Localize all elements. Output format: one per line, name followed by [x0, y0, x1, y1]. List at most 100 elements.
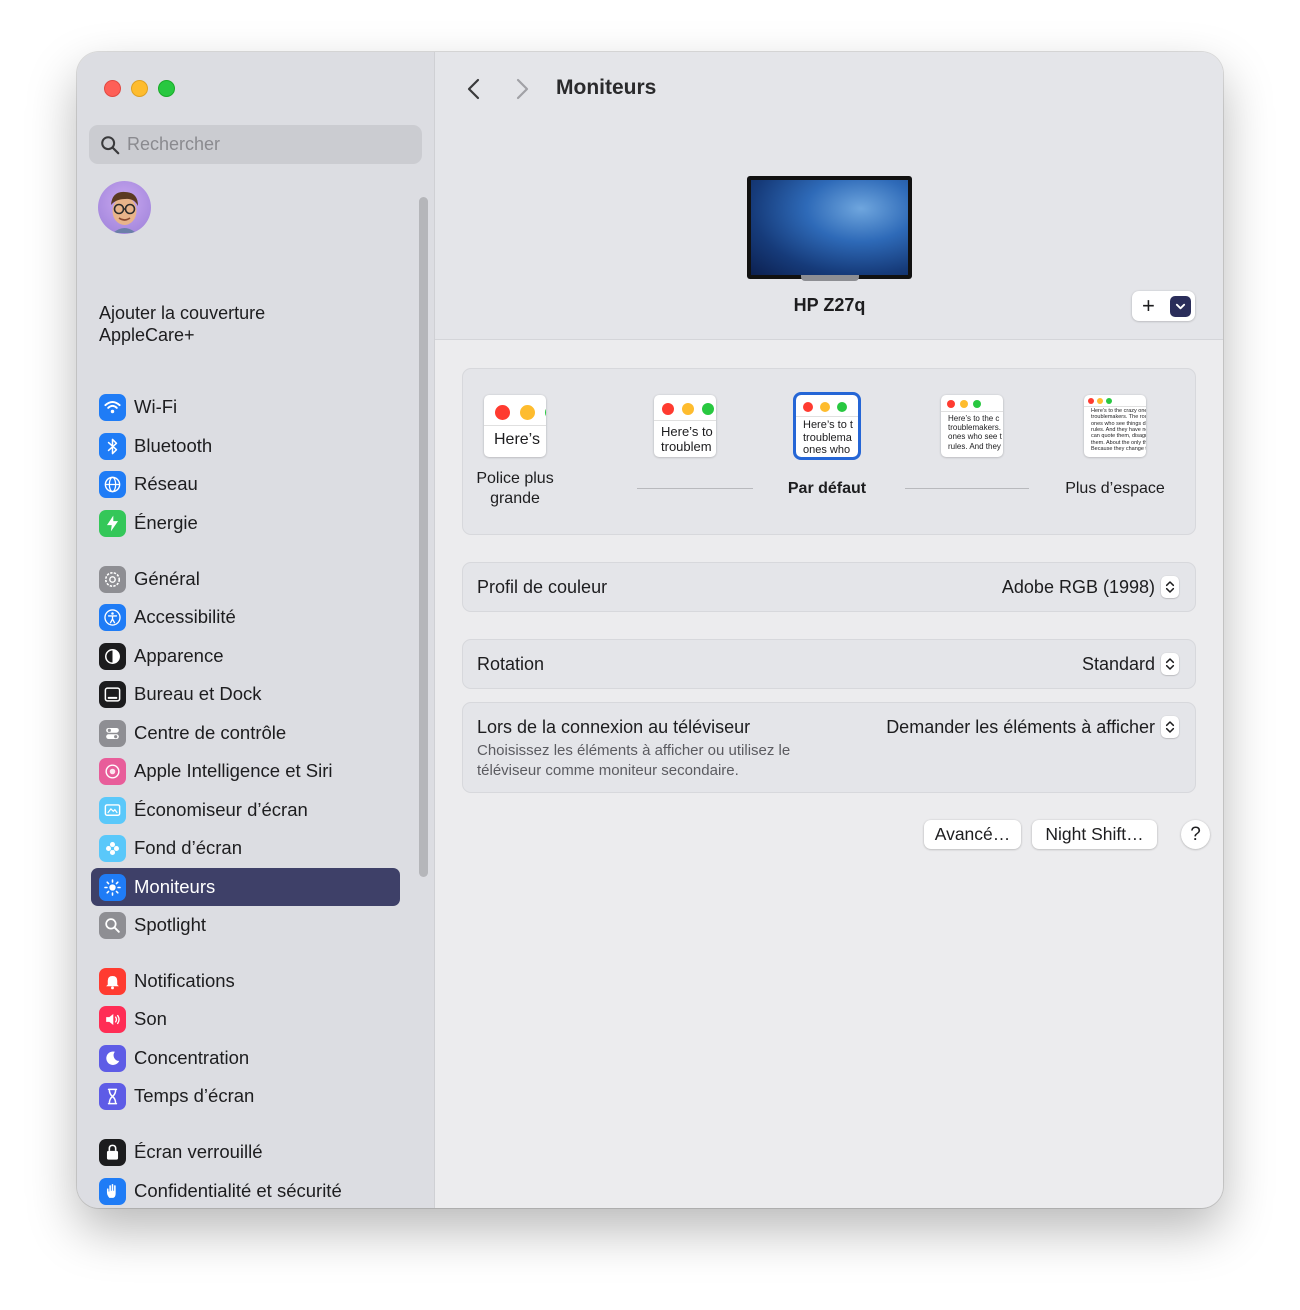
color-profile-row: Profil de couleur Adobe RGB (1998) — [462, 562, 1196, 612]
rotation-value: Standard — [1081, 653, 1155, 674]
screensaver-icon — [99, 796, 126, 824]
sidebar-item-fond-d-écran[interactable]: Fond d’écran — [91, 829, 400, 867]
accessibility-icon — [99, 603, 126, 631]
sidebar-item-apple-intelligence-et-siri[interactable]: Apple Intelligence et Siri — [91, 752, 400, 790]
sidebar-item-temps-d-écran[interactable]: Temps d’écran — [91, 1077, 400, 1115]
sidebar-item-bluetooth[interactable]: Bluetooth — [91, 427, 400, 465]
memoji-icon — [111, 191, 138, 233]
resolution-thumbnail: Here’s to t troublema ones who — [793, 392, 861, 460]
wifi-icon — [99, 393, 126, 421]
sidebar-item-son[interactable]: Son — [91, 1000, 400, 1038]
bolt-icon — [99, 509, 126, 537]
main-pane: Moniteurs HP Z27q + Here’s Police plus gr… — [435, 52, 1223, 1208]
color-profile-select[interactable]: Adobe RGB (1998) — [1002, 576, 1179, 598]
sidebar-item-label: Son — [134, 1008, 167, 1029]
applecare-link[interactable]: Ajouter la couverture AppleCare+ — [99, 302, 339, 346]
back-button[interactable] — [459, 74, 489, 104]
sidebar-item-label: Énergie — [134, 512, 198, 533]
tv-connection-value: Demander les éléments à afficher — [886, 716, 1155, 737]
scale-track-left — [637, 488, 753, 489]
updown-chevron-icon — [1161, 576, 1179, 598]
help-button[interactable]: ? — [1181, 820, 1210, 849]
page-title: Moniteurs — [556, 76, 657, 99]
resolution-label: Plus d’espace — [1065, 480, 1165, 497]
sidebar-item-centre-de-contrôle[interactable]: Centre de contrôle — [91, 714, 400, 752]
sidebar-item-concentration[interactable]: Concentration — [91, 1039, 400, 1077]
search-icon — [101, 135, 120, 154]
sidebar-item-label: Apple Intelligence et Siri — [134, 760, 333, 781]
tv-connection-row: Lors de la connexion au téléviseur Chois… — [462, 702, 1196, 793]
appearance-icon — [99, 642, 126, 670]
sidebar-item-label: Moniteurs — [134, 876, 216, 897]
resolution-option[interactable]: Here’s to troublem — [645, 395, 725, 479]
sidebar-item-label: Concentration — [134, 1047, 250, 1068]
sidebar-item-accessibilité[interactable]: Accessibilité — [91, 598, 400, 636]
resolution-sample-text: Here’s to troublem — [661, 425, 713, 454]
sidebar: Ajouter la couverture AppleCare+ Wi-Fi Bl… — [77, 52, 435, 1208]
search-field[interactable] — [89, 125, 422, 164]
resolution-option[interactable]: Here’s to t troublema ones who Par défaut — [787, 392, 867, 499]
sidebar-item-label: Écran verrouillé — [134, 1141, 263, 1162]
sidebar-item-général[interactable]: Général — [91, 560, 400, 598]
monitor-wallpaper — [751, 180, 908, 275]
chevron-down-icon — [1170, 295, 1191, 317]
monitor-preview[interactable] — [747, 176, 912, 279]
sidebar-item-écran-verrouillé[interactable]: Écran verrouillé — [91, 1133, 400, 1171]
resolution-option[interactable]: Here’s to the crazy one troublemakers. T… — [1055, 395, 1175, 499]
search-input[interactable] — [127, 134, 407, 155]
add-display-menu[interactable]: + — [1132, 291, 1195, 321]
sidebar-scrollbar[interactable] — [419, 197, 428, 877]
sidebar-item-label: Accessibilité — [134, 606, 236, 627]
sidebar-item-label: Centre de contrôle — [134, 722, 287, 743]
rotation-select[interactable]: Standard — [1082, 653, 1179, 675]
monitor-name: HP Z27q — [793, 295, 866, 315]
monitor-stand — [801, 275, 859, 281]
resolution-thumbnail: Here’s — [484, 395, 546, 457]
sidebar-item-moniteurs[interactable]: Moniteurs — [91, 868, 400, 906]
sidebar-item-label: Fond d’écran — [134, 837, 242, 858]
sidebar-item-label: Réseau — [134, 473, 198, 494]
tv-connection-select[interactable]: Demander les éléments à afficher — [886, 716, 1179, 738]
sidebar-item-économiseur-d-écran[interactable]: Économiseur d’écran — [91, 791, 400, 829]
sidebar-item-confidentialité-et-sécurité[interactable]: Confidentialité et sécurité — [91, 1172, 400, 1208]
settings-window: Ajouter la couverture AppleCare+ Wi-Fi Bl… — [77, 52, 1223, 1208]
sidebar-item-wi-fi[interactable]: Wi-Fi — [91, 388, 400, 426]
forward-button[interactable] — [507, 74, 537, 104]
zoom-button[interactable] — [158, 80, 175, 97]
scale-track-right — [905, 488, 1029, 489]
sidebar-item-label: Temps d’écran — [134, 1085, 255, 1106]
resolution-thumbnail: Here’s to the crazy one troublemakers. T… — [1084, 395, 1146, 457]
sidebar-item-label: Bluetooth — [134, 435, 213, 456]
avatar[interactable] — [98, 181, 151, 234]
sun-icon — [99, 873, 126, 901]
sidebar-item-apparence[interactable]: Apparence — [91, 637, 400, 675]
sidebar-item-notifications[interactable]: Notifications — [91, 962, 400, 1000]
sidebar-item-spotlight[interactable]: Spotlight — [91, 906, 400, 944]
sidebar-item-label: Général — [134, 568, 200, 589]
close-button[interactable] — [104, 80, 121, 97]
resolution-label: Par défaut — [787, 480, 867, 497]
rotation-label: Rotation — [477, 653, 545, 674]
resolution-option[interactable]: Here’s Police plus grande — [455, 395, 575, 509]
sidebar-item-label: Wi-Fi — [134, 396, 178, 417]
lock-icon — [99, 1138, 126, 1166]
minimize-button[interactable] — [131, 80, 148, 97]
chevron-right-icon — [516, 78, 529, 100]
resolution-option[interactable]: Here’s to the c troublemakers. ones who … — [932, 395, 1012, 479]
sidebar-item-réseau[interactable]: Réseau — [91, 465, 400, 503]
traffic-lights — [104, 80, 175, 97]
resolution-sample-text: Here’s to the crazy one troublemakers. T… — [1091, 408, 1146, 452]
resolution-label: Police plus grande — [476, 470, 554, 507]
resolution-thumbnail: Here’s to troublem — [654, 395, 716, 457]
sidebar-item-bureau-et-dock[interactable]: Bureau et Dock — [91, 675, 400, 713]
resolution-panel: Here’s Police plus grande Here’s to troubl… — [462, 368, 1196, 535]
color-profile-label: Profil de couleur — [477, 576, 608, 597]
magnifier-icon — [99, 911, 126, 939]
advanced-button[interactable]: Avancé… — [924, 820, 1021, 849]
toggles-icon — [99, 719, 126, 747]
night-shift-button[interactable]: Night Shift… — [1032, 820, 1157, 849]
tv-connection-description: Choisissez les éléments à afficher ou ut… — [477, 742, 791, 779]
siri-icon — [99, 757, 126, 785]
sidebar-item-énergie[interactable]: Énergie — [91, 504, 400, 542]
globe-icon — [99, 470, 126, 498]
